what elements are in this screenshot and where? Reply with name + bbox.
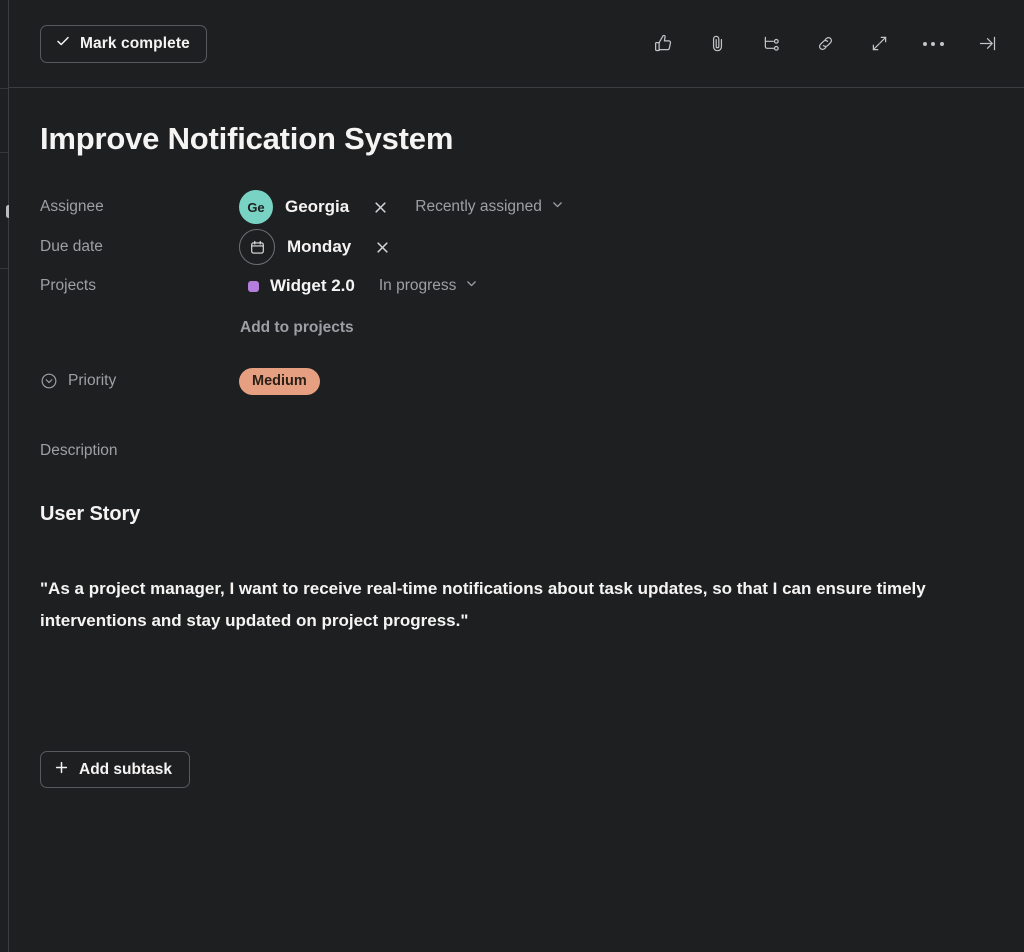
task-pane: Mark complete Improve Notification Syste… bbox=[9, 0, 1024, 952]
assignee-recency-select[interactable]: Recently assigned bbox=[413, 195, 566, 219]
expand-icon[interactable] bbox=[864, 29, 894, 59]
due-date-label: Due date bbox=[40, 238, 103, 256]
clear-due-date-button[interactable] bbox=[371, 236, 393, 258]
priority-label-group: Priority bbox=[40, 372, 239, 390]
assignee-row: Assignee Ge Georgia Recently assigned bbox=[40, 187, 993, 227]
task-header-toolbar: Mark complete bbox=[9, 0, 1024, 88]
plus-icon bbox=[54, 760, 69, 780]
projects-label: Projects bbox=[40, 277, 96, 295]
collapse-panel-icon[interactable] bbox=[972, 29, 1002, 59]
priority-label: Priority bbox=[68, 372, 117, 390]
assignee-name[interactable]: Georgia bbox=[285, 197, 349, 217]
mark-complete-label: Mark complete bbox=[80, 34, 190, 52]
due-date-value: Monday bbox=[239, 229, 393, 266]
projects-row: Projects Widget 2.0 In progress bbox=[40, 267, 993, 305]
add-subtask-label: Add subtask bbox=[79, 760, 173, 778]
project-name[interactable]: Widget 2.0 bbox=[270, 276, 355, 296]
chevron-down-circle-icon bbox=[40, 372, 58, 390]
task-title: Improve Notification System bbox=[40, 121, 454, 156]
description-label: Description bbox=[40, 442, 118, 460]
check-icon bbox=[55, 33, 71, 54]
description-content[interactable]: User Story "As a project manager, I want… bbox=[40, 503, 993, 637]
priority-row: Priority Medium bbox=[40, 361, 993, 401]
assignee-value: Ge Georgia Recently assigned bbox=[239, 190, 566, 225]
projects-value: Widget 2.0 In progress bbox=[239, 274, 480, 298]
add-to-projects-button[interactable]: Add to projects bbox=[239, 309, 355, 347]
attachment-icon[interactable] bbox=[702, 29, 732, 59]
add-subtask-button[interactable]: Add subtask bbox=[40, 751, 191, 789]
project-status-label: In progress bbox=[378, 277, 457, 295]
mark-complete-button[interactable]: Mark complete bbox=[40, 24, 207, 63]
due-date-row: Due date Monday bbox=[40, 227, 993, 267]
project-status-select[interactable]: In progress bbox=[377, 274, 481, 298]
ellipsis-dots bbox=[922, 41, 944, 46]
like-icon[interactable] bbox=[648, 29, 678, 59]
description-paragraph: "As a project manager, I want to receive… bbox=[40, 579, 926, 631]
subtask-icon[interactable] bbox=[756, 29, 786, 59]
priority-badge[interactable]: Medium bbox=[239, 367, 320, 395]
assignee-label: Assignee bbox=[40, 198, 104, 216]
due-date-text[interactable]: Monday bbox=[287, 237, 351, 257]
chevron-down-icon bbox=[551, 198, 564, 216]
task-fields: Assignee Ge Georgia Recently assigned Du… bbox=[40, 187, 993, 471]
left-rail bbox=[0, 0, 11, 952]
more-options-icon[interactable] bbox=[918, 29, 948, 59]
task-detail-panel: Mark complete Improve Notification Syste… bbox=[0, 0, 1024, 952]
task-body: Improve Notification System Assignee Ge … bbox=[9, 120, 1024, 789]
description-row: Description bbox=[40, 431, 993, 471]
description-heading: User Story bbox=[40, 503, 141, 526]
calendar-icon[interactable] bbox=[239, 229, 275, 266]
avatar[interactable]: Ge bbox=[239, 190, 273, 225]
project-color-dot bbox=[248, 280, 259, 292]
clear-assignee-button[interactable] bbox=[369, 196, 391, 218]
priority-value: Medium bbox=[239, 367, 320, 395]
assignee-recency-label: Recently assigned bbox=[415, 198, 542, 216]
chevron-down-icon bbox=[465, 277, 478, 295]
header-action-icons bbox=[648, 29, 1002, 59]
link-icon[interactable] bbox=[810, 29, 840, 59]
